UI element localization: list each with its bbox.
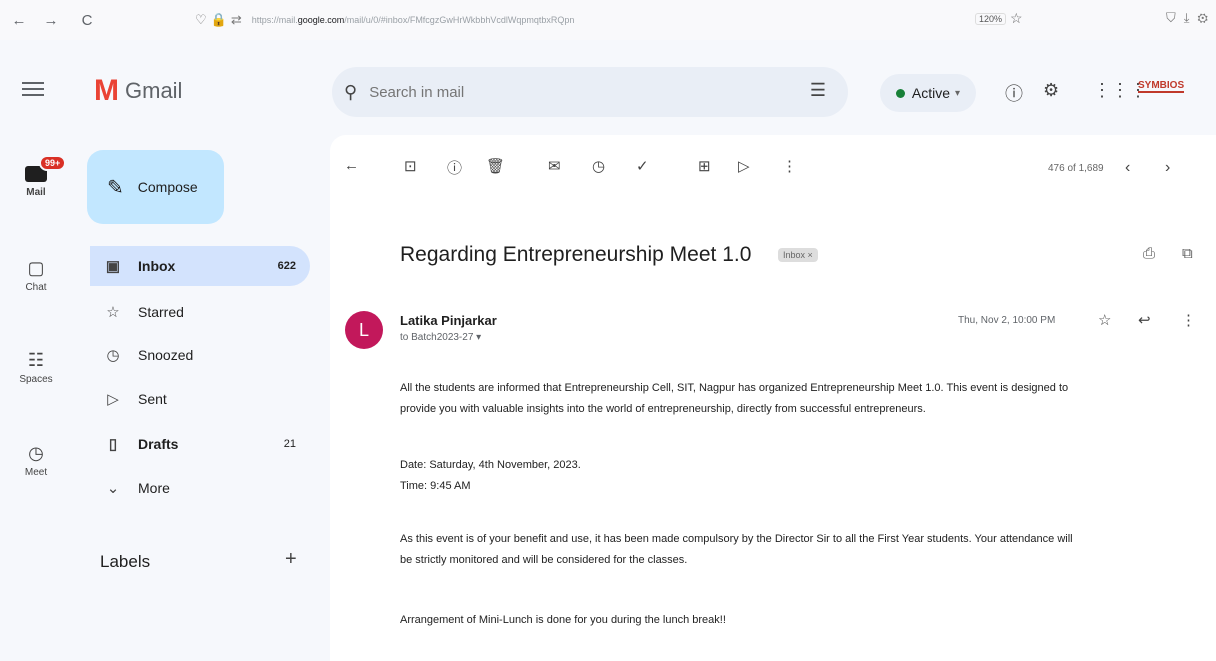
inbox-icon: ▣ [105,258,121,275]
meet-icon: ◷ [28,443,44,463]
nav-label: Drafts [138,436,179,452]
search-options-icon[interactable]: ☰ [810,80,826,101]
recipient-details[interactable]: to Batch2023-27 ▾ [400,332,481,343]
clock-icon: ◷ [106,347,120,364]
compose-button[interactable]: ✎ Compose [87,150,224,224]
nav-sent[interactable]: ▷ Sent [90,379,310,419]
address-bar[interactable]: ♡🔒⇄ https://mail.google.com/mail/u/0/#in… [195,8,1055,32]
search-icon[interactable]: ⚲ [344,82,357,103]
pencil-icon: ✎ [107,176,124,199]
rail-spaces[interactable]: ☷ Spaces [0,350,72,385]
body-line: be strictly monitored and will be consid… [400,554,688,566]
gmail-m-icon: M [94,74,119,107]
nav-inbox[interactable]: ▣ Inbox 622 [90,246,310,286]
more-vert-icon[interactable]: ⋮ [1181,311,1196,329]
add-label-button[interactable]: + [285,548,297,571]
nav-label: More [138,480,170,496]
status-label: Active [911,85,951,101]
newer-chevron-icon[interactable]: ‹ [1125,159,1130,177]
message-panel: ← ⊡ ⓘ 🗑 ✉ ◷ ✓ ⊞ ▷ ⋮ 476 of 1,689 ‹ › Reg… [330,135,1216,661]
rail-chat-label: Chat [25,282,47,293]
mark-unread-icon[interactable]: ✉ [548,157,561,175]
nav-count: 622 [277,260,296,272]
draft-icon: ▯ [108,436,118,453]
zoom-indicator[interactable]: 120% [975,13,1007,25]
extension-icons[interactable]: ⛉⤓⚙ [1166,10,1216,26]
send-icon: ▷ [107,391,119,408]
sender-name[interactable]: Latika Pinjarkar [400,313,497,328]
star-icon[interactable]: ☆ [1098,311,1111,329]
nav-label: Snoozed [138,347,194,363]
body-paragraph-1: All the students are informed that Entre… [400,378,1200,420]
body-paragraph-2: As this event is of your benefit and use… [400,529,1200,571]
archive-icon[interactable]: ⊡ [404,157,417,175]
nav-label: Inbox [138,258,176,274]
main-menu-icon[interactable] [22,78,44,96]
star-icon: ☆ [106,304,120,321]
rail-chat[interactable]: ▢ Chat [0,258,72,293]
url-text[interactable]: https://mail.google.com/mail/u/0/#inbox/… [252,15,772,25]
unread-badge: 99+ [39,155,67,171]
bookmark-star-icon[interactable]: ☆ [1010,10,1023,27]
nav-label: Starred [138,304,184,320]
rail-spaces-label: Spaces [19,374,53,385]
pager-text: 476 of 1,689 [1048,163,1104,174]
nav-drafts[interactable]: ▯ Drafts 21 [90,424,310,464]
event-date: Date: Saturday, 4th November, 2023. [400,459,581,471]
rail-mail[interactable]: Mail [0,166,72,198]
back-to-inbox-icon[interactable]: ← [344,157,359,174]
rail-meet-label: Meet [24,467,48,478]
print-icon[interactable]: ⎙ [1143,245,1155,262]
older-chevron-icon[interactable]: › [1165,159,1170,177]
labels-heading: Labels [100,552,151,571]
move-to-icon[interactable]: ⊞ [698,157,711,175]
delete-icon[interactable]: 🗑 [486,157,505,175]
label-icon[interactable]: ▷ [738,157,750,175]
forward-button[interactable]: → [40,12,62,29]
browser-toolbar: ← → C ♡🔒⇄ https://mail.google.com/mail/u… [0,0,1216,40]
body-line: provide you with valuable insights into … [400,403,926,415]
account-logo[interactable]: SYMBIOS [1138,80,1185,93]
event-time: Time: 9:45 AM [400,480,471,492]
nav-count: 21 [283,438,296,450]
compose-label: Compose [137,179,198,195]
sender-avatar[interactable]: L [345,311,383,349]
settings-gear-icon[interactable]: ⚙ [1043,80,1059,101]
security-icons[interactable]: ♡🔒⇄ [195,12,246,28]
report-spam-icon[interactable]: ⓘ [447,157,462,178]
chevron-down-icon: ⌄ [106,480,120,497]
chat-icon: ▢ [27,258,45,278]
status-dropdown[interactable]: Active ▾ [880,74,976,112]
chevron-down-icon: ▾ [955,87,961,99]
body-line: As this event is of your benefit and use… [400,533,1073,545]
reply-icon[interactable]: ↩ [1138,311,1151,329]
body-paragraph-3: Arrangement of Mini-Lunch is done for yo… [400,614,726,626]
nav-starred[interactable]: ☆ Starred [90,292,310,332]
snooze-icon[interactable]: ◷ [592,157,605,175]
open-new-window-icon[interactable]: ⧉ [1182,245,1193,262]
more-options-icon[interactable]: ⋮ [782,157,797,175]
back-button[interactable]: ← [8,12,30,29]
event-details: Date: Saturday, 4th November, 2023. Time… [400,455,1200,497]
email-subject: Regarding Entrepreneurship Meet 1.0 [400,243,752,266]
body-line: All the students are informed that Entre… [400,382,1069,394]
nav-snoozed[interactable]: ◷ Snoozed [90,335,310,375]
inbox-label-chip[interactable]: Inbox × [778,248,818,262]
message-date: Thu, Nov 2, 10:00 PM [958,315,1056,326]
rail-mail-label: Mail [26,187,46,198]
search-input[interactable] [367,82,772,102]
nav-label: Sent [138,391,167,407]
help-icon[interactable]: ⓘ [1005,80,1023,106]
add-to-tasks-icon[interactable]: ✓ [636,157,649,175]
reload-button[interactable]: C [76,12,98,29]
status-dot-icon [895,88,905,98]
rail-meet[interactable]: ◷ Meet [0,443,72,478]
app-name: Gmail [125,78,183,103]
gmail-logo[interactable]: M Gmail [94,76,182,106]
nav-more[interactable]: ⌄ More [90,468,310,508]
search-bar: ⚲ ☰ [332,67,848,117]
spaces-icon: ☷ [27,350,45,370]
